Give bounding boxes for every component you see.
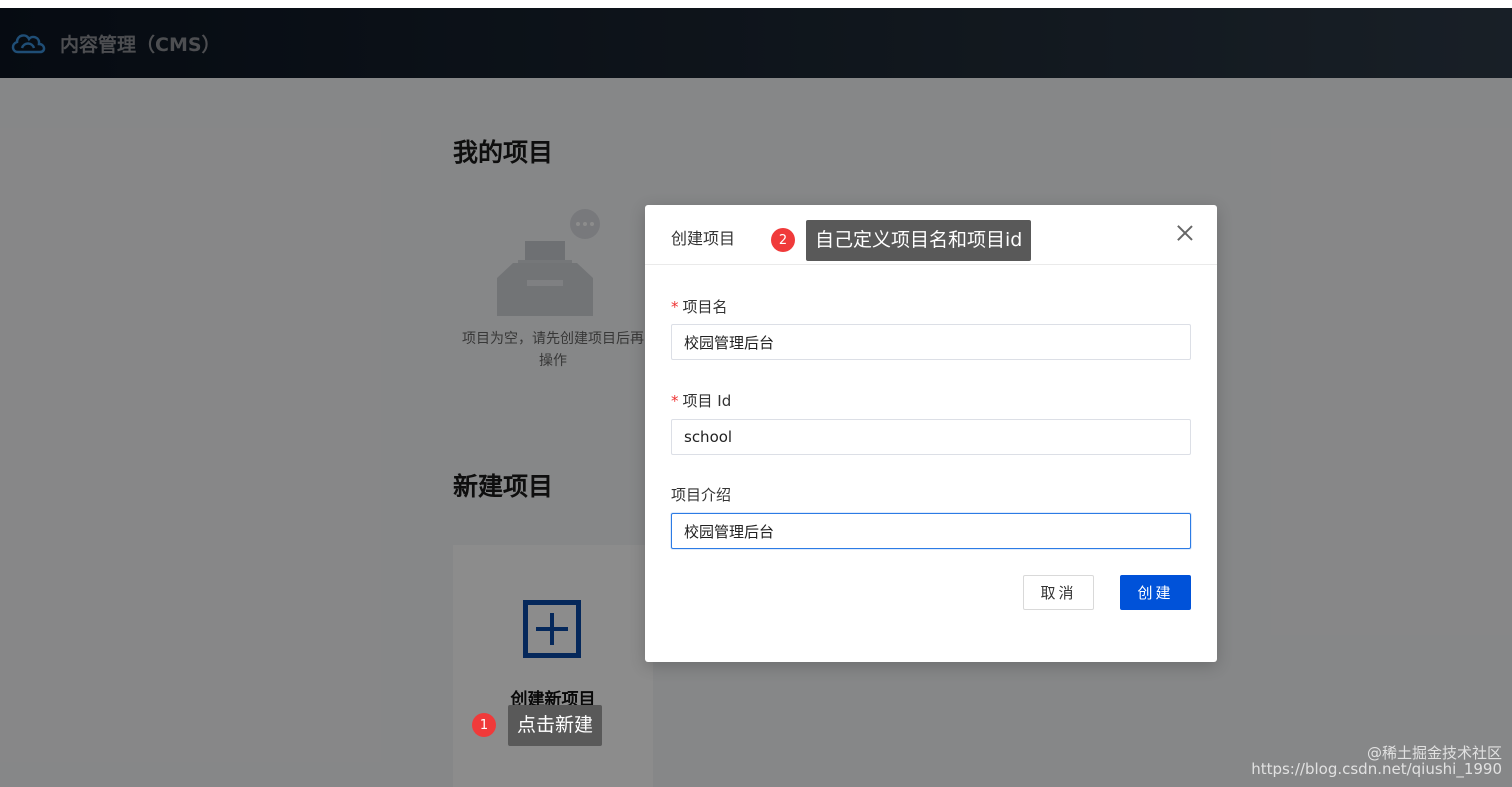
cancel-button[interactable]: 取消 — [1023, 575, 1094, 610]
project-description-label: 项目介绍 — [671, 486, 732, 504]
project-id-label: * 项目 Id — [671, 392, 732, 410]
project-id-input[interactable] — [671, 419, 1191, 455]
project-name-input[interactable] — [671, 324, 1191, 360]
project-description-input[interactable] — [671, 513, 1191, 549]
annotation-badge-2: 2 — [771, 228, 795, 252]
close-icon[interactable] — [1177, 225, 1193, 241]
dialog-title: 创建项目 — [671, 229, 736, 248]
annotation-tip-2: 自己定义项目名和项目id — [806, 220, 1032, 261]
create-button[interactable]: 创建 — [1120, 575, 1191, 610]
create-project-dialog: 创建项目 *项目名 *项目 Id 项目介绍 取消 创建 — [645, 205, 1217, 662]
required-mark: * — [671, 298, 679, 316]
annotation-tip-1: 点击新建 — [508, 705, 603, 746]
project-name-label: * 项目名 — [671, 298, 728, 316]
required-mark: * — [671, 392, 679, 410]
watermark-line2: https://blog.csdn.net/qiushi_1990 — [1251, 760, 1502, 778]
annotation-badge-1: 1 — [472, 713, 496, 737]
